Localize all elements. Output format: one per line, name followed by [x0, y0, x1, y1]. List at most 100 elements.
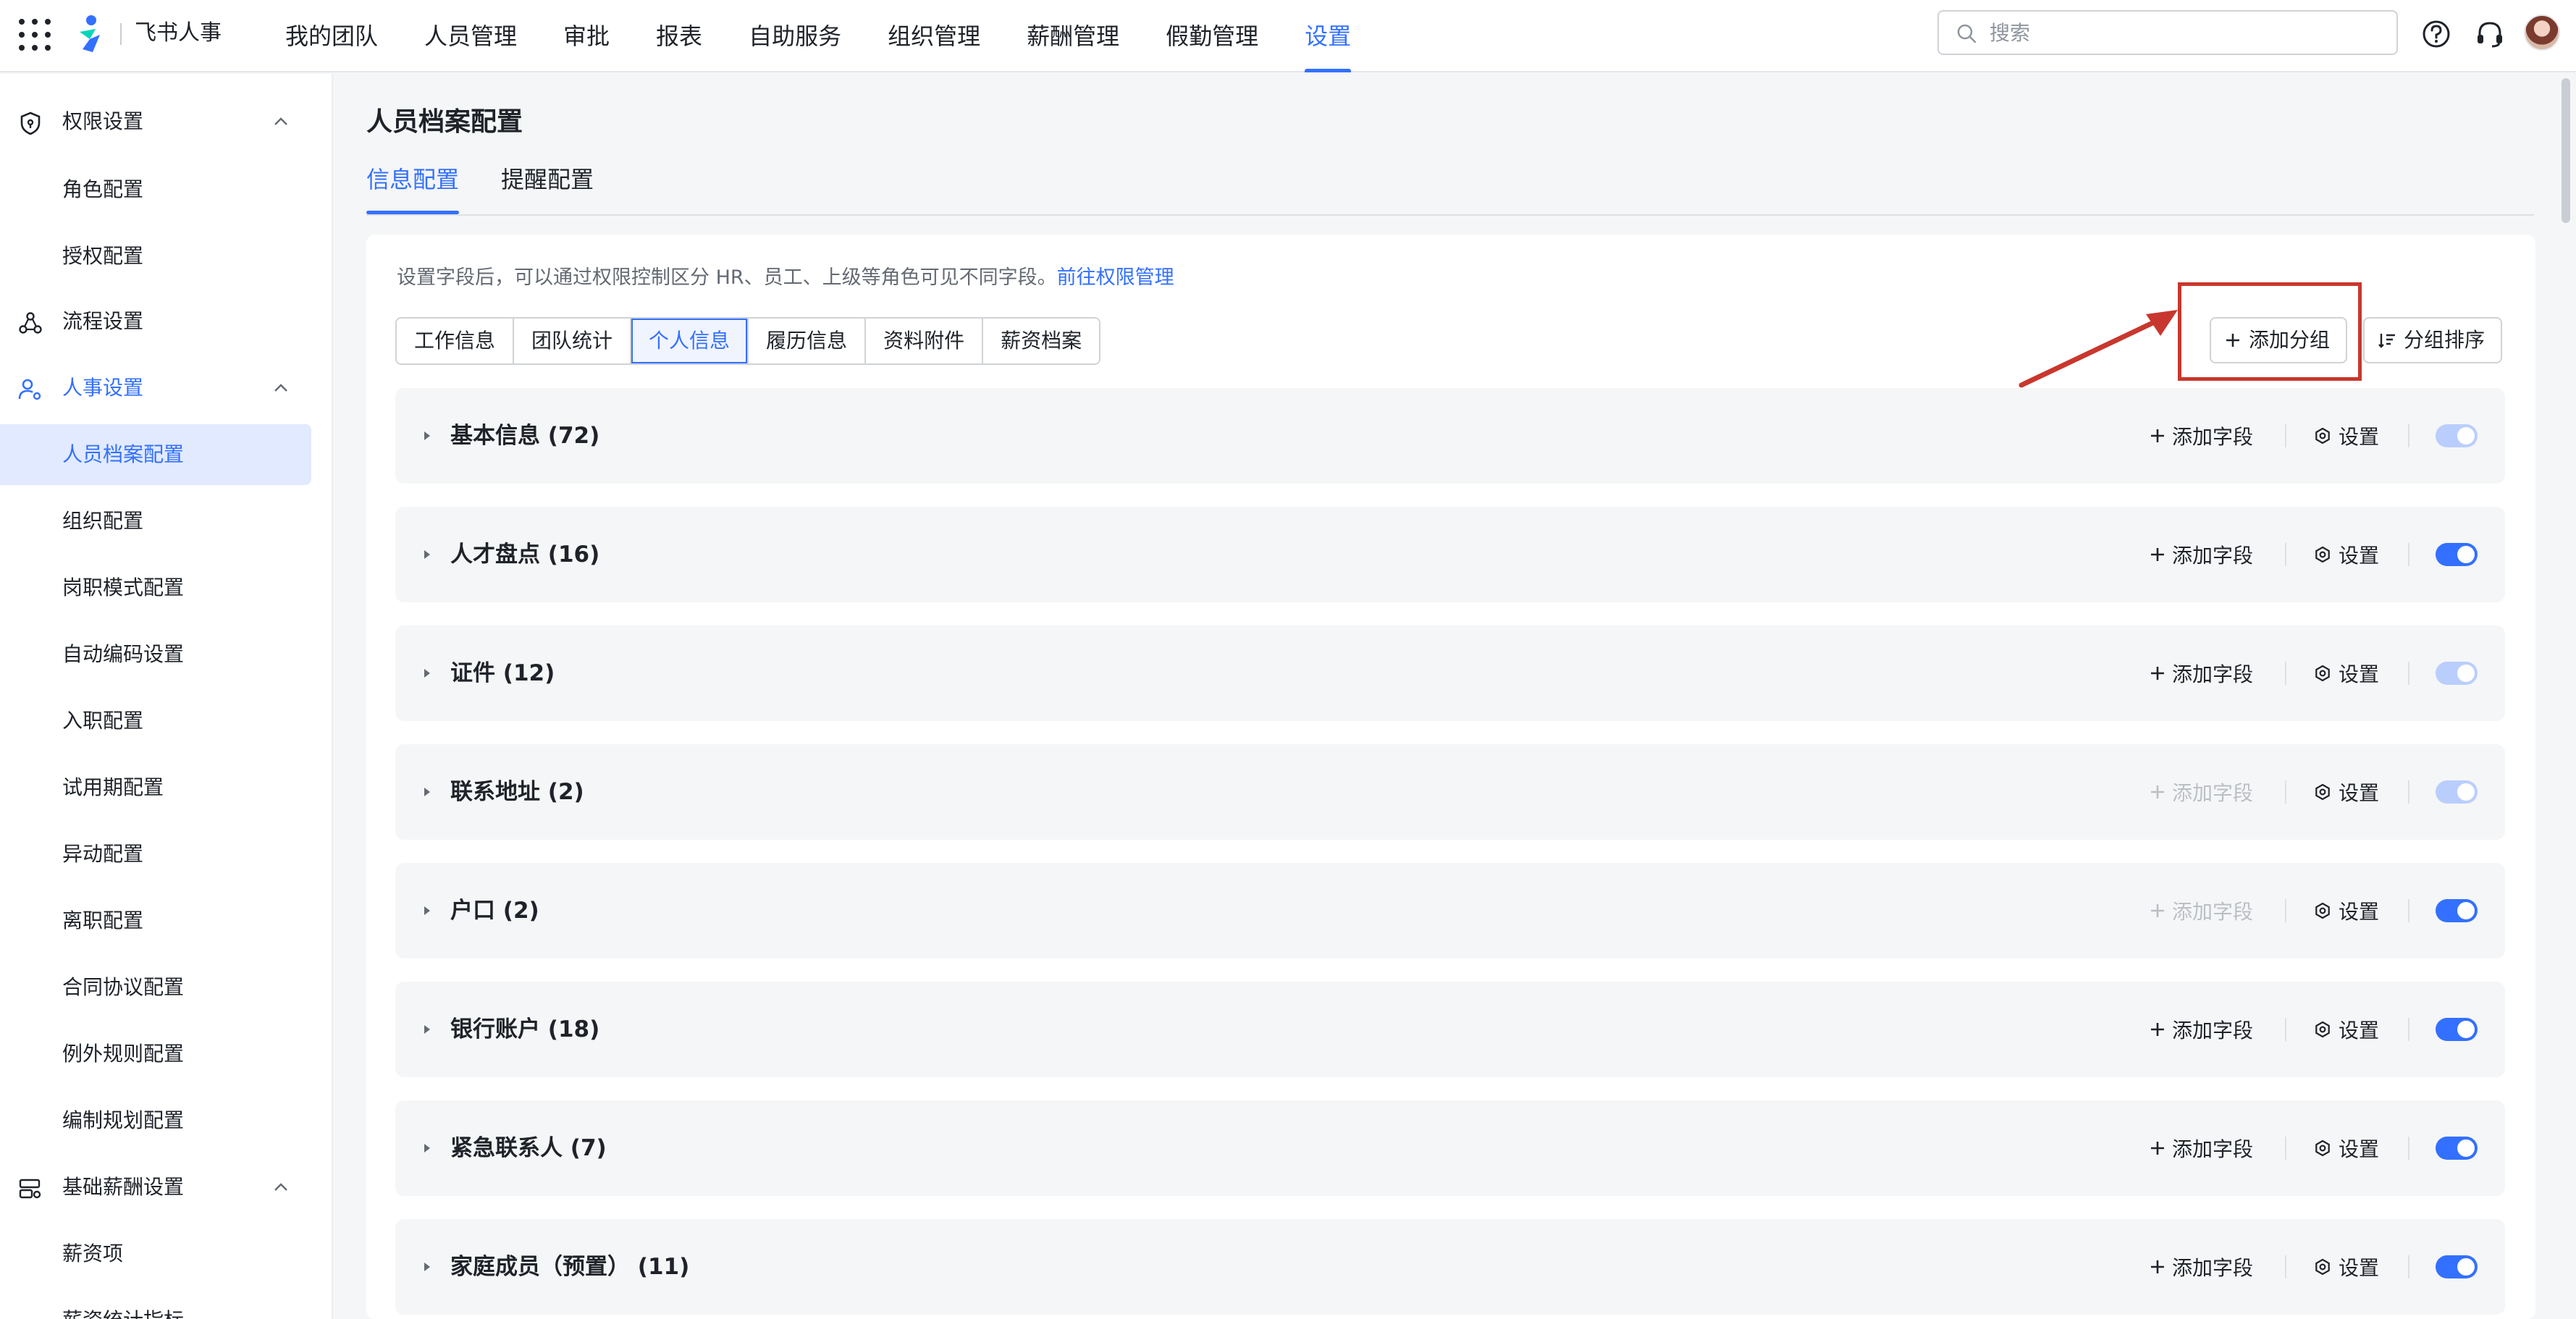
caret-right-icon[interactable] [421, 547, 433, 562]
nav-my-team[interactable]: 我的团队 [285, 0, 378, 72]
hint-text: 设置字段后，可以通过权限控制区分 HR、员工、上级等角色可见不同字段。前往权限管… [397, 264, 1174, 292]
shield-icon [20, 111, 41, 135]
group-name: 联系地址 (2) [450, 779, 584, 805]
tab-reminder-config[interactable]: 提醒配置 [501, 161, 594, 198]
group-settings-button[interactable]: 设置 [2314, 1132, 2379, 1164]
sidebar-item-offboarding-config[interactable]: 离职配置 [0, 890, 311, 951]
divider [2285, 1137, 2286, 1160]
user-avatar[interactable] [2524, 14, 2560, 51]
add-field-button[interactable]: 添加字段 [2149, 657, 2253, 689]
field-group-row[interactable]: 紧急联系人 (7) 添加字段 设置 [395, 1100, 2505, 1196]
group-settings-button[interactable]: 设置 [2314, 1251, 2379, 1283]
sidebar-item-position-mode-config[interactable]: 岗职模式配置 [0, 557, 311, 618]
nav-compensation[interactable]: 薪酬管理 [1027, 0, 1119, 72]
add-field-button[interactable]: 添加字段 [2149, 1014, 2253, 1045]
segment-resume-info[interactable]: 履历信息 [749, 319, 867, 363]
nav-reports[interactable]: 报表 [656, 0, 702, 72]
add-field-button[interactable]: 添加字段 [2149, 1132, 2253, 1164]
group-settings-button[interactable]: 设置 [2314, 895, 2379, 927]
permission-management-link[interactable]: 前往权限管理 [1057, 266, 1174, 289]
caret-right-icon[interactable] [421, 1260, 433, 1274]
group-enable-toggle[interactable] [2436, 543, 2478, 566]
sidebar-item-probation-config[interactable]: 试用期配置 [0, 757, 311, 818]
group-settings-button[interactable]: 设置 [2314, 539, 2379, 570]
nav-leave-attendance[interactable]: 假勤管理 [1166, 0, 1258, 72]
page-scrollbar[interactable] [2562, 78, 2570, 223]
segment-salary-profile[interactable]: 薪资档案 [983, 319, 1100, 363]
sidebar-item-onboarding-config[interactable]: 入职配置 [0, 691, 311, 751]
group-enable-toggle[interactable] [2436, 1018, 2478, 1041]
search-input[interactable] [1990, 20, 2396, 45]
group-settings-button[interactable]: 设置 [2314, 1014, 2379, 1045]
sidebar-item-employee-profile-config[interactable]: 人员档案配置 [0, 424, 311, 485]
group-settings-button[interactable]: 设置 [2314, 420, 2379, 452]
sidebar-item-salary-metrics[interactable]: 薪资统计指标 [0, 1290, 311, 1319]
sidebar-item-contract-config[interactable]: 合同协议配置 [0, 957, 311, 1018]
sidebar-item-headcount-planning[interactable]: 编制规划配置 [0, 1090, 311, 1151]
segment-work-info[interactable]: 工作信息 [397, 319, 515, 363]
sidebar-item-exception-rules[interactable]: 例外规则配置 [0, 1024, 311, 1084]
plus-icon [2151, 1023, 2164, 1036]
field-group-row[interactable]: 联系地址 (2) 添加字段 设置 [395, 744, 2505, 840]
caret-right-icon[interactable] [421, 903, 433, 918]
caret-right-icon[interactable] [421, 1022, 433, 1037]
sidebar-item-authorization-config[interactable]: 授权配置 [0, 226, 311, 287]
sidebar-group-basic-salary[interactable]: 基础薪酬设置 [0, 1154, 332, 1221]
help-icon[interactable] [2420, 17, 2453, 51]
sidebar-group-hr-settings[interactable]: 人事设置 [0, 355, 332, 421]
field-group-row[interactable]: 户口 (2) 添加字段 设置 [395, 863, 2505, 958]
headset-icon[interactable] [2473, 17, 2506, 51]
group-enable-toggle[interactable] [2436, 1255, 2478, 1278]
sort-groups-button[interactable]: 分组排序 [2363, 317, 2503, 363]
nav-people-management[interactable]: 人员管理 [424, 0, 517, 72]
search-icon [1957, 24, 1977, 43]
sidebar-item-auto-numbering[interactable]: 自动编码设置 [0, 624, 311, 685]
segment-personal-info[interactable]: 个人信息 [631, 319, 749, 363]
field-group-row[interactable]: 家庭成员（预置） (11) 添加字段 设置 [395, 1219, 2505, 1315]
sidebar-group-workflow[interactable]: 流程设置 [0, 288, 332, 355]
caret-right-icon[interactable] [421, 785, 433, 799]
field-group-row[interactable]: 基本信息 (72) 添加字段 设置 [395, 388, 2505, 484]
segment-team-stats[interactable]: 团队统计 [514, 319, 632, 363]
segment-attachments[interactable]: 资料附件 [866, 319, 984, 363]
field-group-row[interactable]: 人才盘点 (16) 添加字段 设置 [395, 507, 2505, 602]
divider [2285, 899, 2286, 922]
brand-name: 飞书人事 [135, 20, 222, 46]
add-field-button[interactable]: 添加字段 [2149, 1251, 2253, 1283]
settings-label: 设置 [2339, 544, 2380, 568]
nav-org-management[interactable]: 组织管理 [888, 0, 980, 72]
sidebar-item-transfer-config[interactable]: 异动配置 [0, 824, 311, 885]
top-nav: 我的团队 人员管理 审批 报表 自助服务 组织管理 薪酬管理 假勤管理 设置 [285, 0, 1397, 72]
field-group-row[interactable]: 银行账户 (18) 添加字段 设置 [395, 982, 2505, 1077]
nav-self-service[interactable]: 自助服务 [749, 0, 841, 72]
group-enable-toggle[interactable] [2436, 1137, 2478, 1160]
sidebar-item-org-config[interactable]: 组织配置 [0, 491, 311, 552]
sidebar-item-role-config[interactable]: 角色配置 [0, 159, 311, 220]
divider [2285, 1255, 2286, 1278]
divider [2408, 662, 2409, 685]
group-enable-toggle[interactable] [2436, 780, 2478, 804]
user-setting-icon [18, 379, 41, 400]
sidebar-group-permissions[interactable]: 权限设置 [0, 88, 332, 155]
field-group-row[interactable]: 证件 (12) 添加字段 设置 [395, 625, 2505, 721]
add-field-button[interactable]: 添加字段 [2149, 539, 2253, 570]
nav-settings[interactable]: 设置 [1305, 0, 1352, 72]
group-enable-toggle[interactable] [2436, 424, 2478, 447]
caret-right-icon[interactable] [421, 1141, 433, 1155]
add-field-button[interactable]: 添加字段 [2149, 420, 2253, 452]
nav-approval[interactable]: 审批 [563, 0, 610, 72]
logo-divider [120, 23, 122, 45]
add-field-button: 添加字段 [2149, 776, 2253, 808]
group-enable-toggle[interactable] [2436, 899, 2478, 922]
group-enable-toggle[interactable] [2436, 662, 2478, 685]
caret-right-icon[interactable] [421, 666, 433, 680]
tab-info-config[interactable]: 信息配置 [366, 161, 460, 214]
apps-grid-icon[interactable] [19, 19, 51, 51]
group-settings-button[interactable]: 设置 [2314, 657, 2379, 689]
gear-icon [2315, 665, 2330, 682]
divider [2408, 424, 2409, 447]
caret-right-icon[interactable] [421, 429, 433, 443]
group-settings-button[interactable]: 设置 [2314, 776, 2379, 808]
divider [2408, 899, 2409, 922]
sidebar-item-salary-items[interactable]: 薪资项 [0, 1223, 311, 1284]
